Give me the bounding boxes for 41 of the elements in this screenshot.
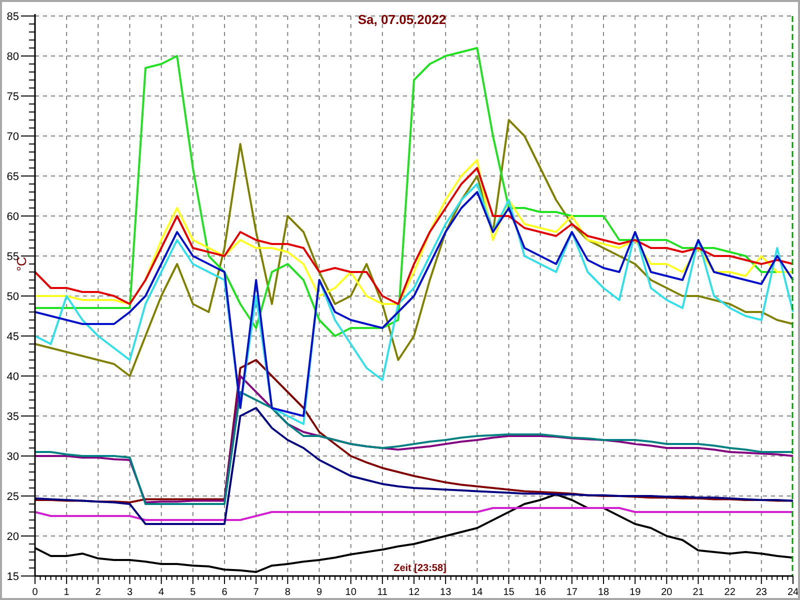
axis-tick-label: 65 bbox=[6, 171, 19, 183]
axis-tick-label: 70 bbox=[6, 131, 19, 143]
axis-tick-label: 19 bbox=[630, 587, 641, 598]
axis-tick-label: 21 bbox=[692, 587, 704, 598]
axis-tick-label: 85 bbox=[6, 11, 19, 23]
axis-tick-label: 16 bbox=[534, 587, 546, 598]
axis-tick-label: 22 bbox=[724, 587, 736, 598]
axis-tick-label: 23 bbox=[756, 587, 767, 598]
axis-tick-label: 25 bbox=[6, 491, 19, 503]
axis-tick-label: 10 bbox=[345, 587, 356, 598]
axis-tick-label: 14 bbox=[472, 587, 483, 598]
axis-tick-label: 6 bbox=[222, 587, 228, 598]
axis-tick-label: 40 bbox=[6, 371, 19, 383]
axis-tick-label: 45 bbox=[6, 331, 19, 343]
axis-tick-label: 3 bbox=[126, 587, 133, 598]
axis-tick-label: 50 bbox=[6, 291, 19, 303]
axis-tick-label: 8 bbox=[284, 587, 290, 598]
axis-tick-label: 15 bbox=[6, 571, 19, 583]
axis-tick-label: 18 bbox=[598, 587, 610, 598]
axis-tick-label: 2 bbox=[95, 587, 101, 598]
axis-tick-label: 60 bbox=[6, 211, 19, 223]
axis-tick-label: 75 bbox=[6, 91, 19, 103]
axis-tick-label: 30 bbox=[6, 451, 19, 463]
chart-title: Sa, 07.05.2022 bbox=[358, 12, 446, 27]
axis-tick-label: 9 bbox=[316, 587, 322, 598]
axis-tick-label: 1 bbox=[64, 587, 70, 598]
axis-tick-label: 35 bbox=[6, 411, 19, 423]
axis-tick-label: 80 bbox=[6, 51, 19, 63]
axis-tick-label: 0 bbox=[32, 587, 38, 598]
axis-tick-label: 4 bbox=[158, 587, 164, 598]
axis-tick-label: 5 bbox=[190, 587, 196, 598]
axis-tick-label: 20 bbox=[6, 531, 19, 543]
axis-tick-label: 13 bbox=[440, 587, 452, 598]
axis-tick-label: 7 bbox=[253, 587, 259, 598]
x-axis-label: Zeit [23:58] bbox=[394, 563, 446, 574]
axis-tick-label: 11 bbox=[377, 587, 388, 598]
axis-tick-label: 24 bbox=[787, 587, 798, 598]
axis-tick-label: 12 bbox=[408, 587, 420, 598]
axis-tick-label: 17 bbox=[566, 587, 578, 598]
axis-tick-label: 20 bbox=[661, 587, 672, 598]
axis-tick-label: 15 bbox=[503, 587, 514, 598]
